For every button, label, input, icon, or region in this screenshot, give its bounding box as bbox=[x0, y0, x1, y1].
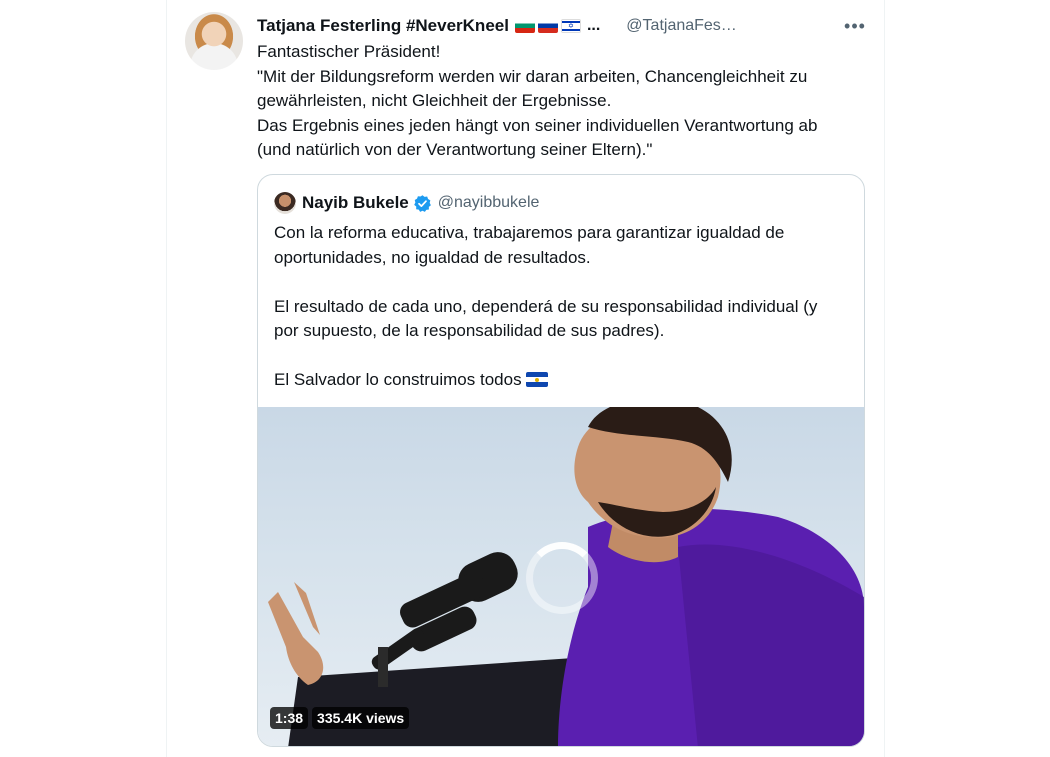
quoted-text-line: El resultado de cada uno, dependerá de s… bbox=[274, 296, 818, 316]
loading-spinner-icon bbox=[526, 542, 598, 614]
quoted-text-line: Con la reforma educativa, trabajaremos p… bbox=[274, 223, 785, 242]
quoted-text-line: por supuesto, de la responsabilidad de s… bbox=[274, 321, 665, 340]
author-avatar[interactable] bbox=[185, 12, 243, 70]
name-truncation: ... bbox=[586, 17, 601, 34]
quoted-author-avatar[interactable] bbox=[274, 192, 296, 214]
video-badges: 1:38 335.4K views bbox=[270, 707, 410, 729]
el-salvador-flag-icon bbox=[525, 372, 548, 387]
tweet-text-line: Fantastischer Präsident! bbox=[257, 42, 441, 61]
tweet-text: Fantastischer Präsident! "Mit der Bildun… bbox=[257, 40, 867, 163]
quoted-author-handle[interactable]: @nayibbukele bbox=[438, 194, 540, 212]
quoted-text-last: El Salvador lo construimos todos bbox=[274, 370, 522, 389]
author-name[interactable]: Tatjana Festerling #NeverKneel bbox=[257, 16, 509, 36]
tweet-text-line: Das Ergebnis eines jeden hängt von seine… bbox=[257, 115, 818, 135]
quoted-text-line: El Salvador lo construimos todos bbox=[274, 368, 854, 393]
author-handle[interactable]: @TatjanaFes… bbox=[626, 17, 737, 35]
quoted-tweet-header: Nayib Bukele @nayibbukele bbox=[274, 191, 539, 215]
author-flags: ✡ bbox=[514, 19, 581, 33]
tweet[interactable]: Tatjana Festerling #NeverKneel ✡ ... @Ta… bbox=[167, 0, 884, 757]
quoted-author-name[interactable]: Nayib Bukele bbox=[302, 193, 409, 213]
quoted-tweet-text: Con la reforma educativa, trabajaremos p… bbox=[274, 221, 854, 393]
russia-flag-icon bbox=[537, 19, 558, 33]
quoted-text-line: oportunidades, no igualdad de resultados… bbox=[274, 247, 591, 267]
video-duration: 1:38 bbox=[270, 707, 309, 729]
timeline-right-border bbox=[884, 0, 885, 757]
video-views: 335.4K views bbox=[312, 707, 410, 729]
verified-badge-icon bbox=[413, 194, 431, 212]
tweet-text-line: gewährleisten, nicht Gleichheit der Erge… bbox=[257, 91, 612, 110]
israel-flag-icon: ✡ bbox=[560, 19, 581, 33]
tweet-text-line: "Mit der Bildungsreform werden wir daran… bbox=[257, 66, 808, 86]
bulgaria-flag-icon bbox=[514, 19, 535, 33]
tweet-header: Tatjana Festerling #NeverKneel ✡ ... @Ta… bbox=[257, 14, 867, 38]
more-options-icon[interactable]: ••• bbox=[843, 14, 867, 38]
video-player[interactable]: 1:38 335.4K views bbox=[258, 407, 864, 746]
quoted-tweet[interactable]: Nayib Bukele @nayibbukele Con la reforma… bbox=[257, 174, 865, 747]
tweet-text-line: (und natürlich von der Verantwortung sei… bbox=[257, 140, 653, 159]
